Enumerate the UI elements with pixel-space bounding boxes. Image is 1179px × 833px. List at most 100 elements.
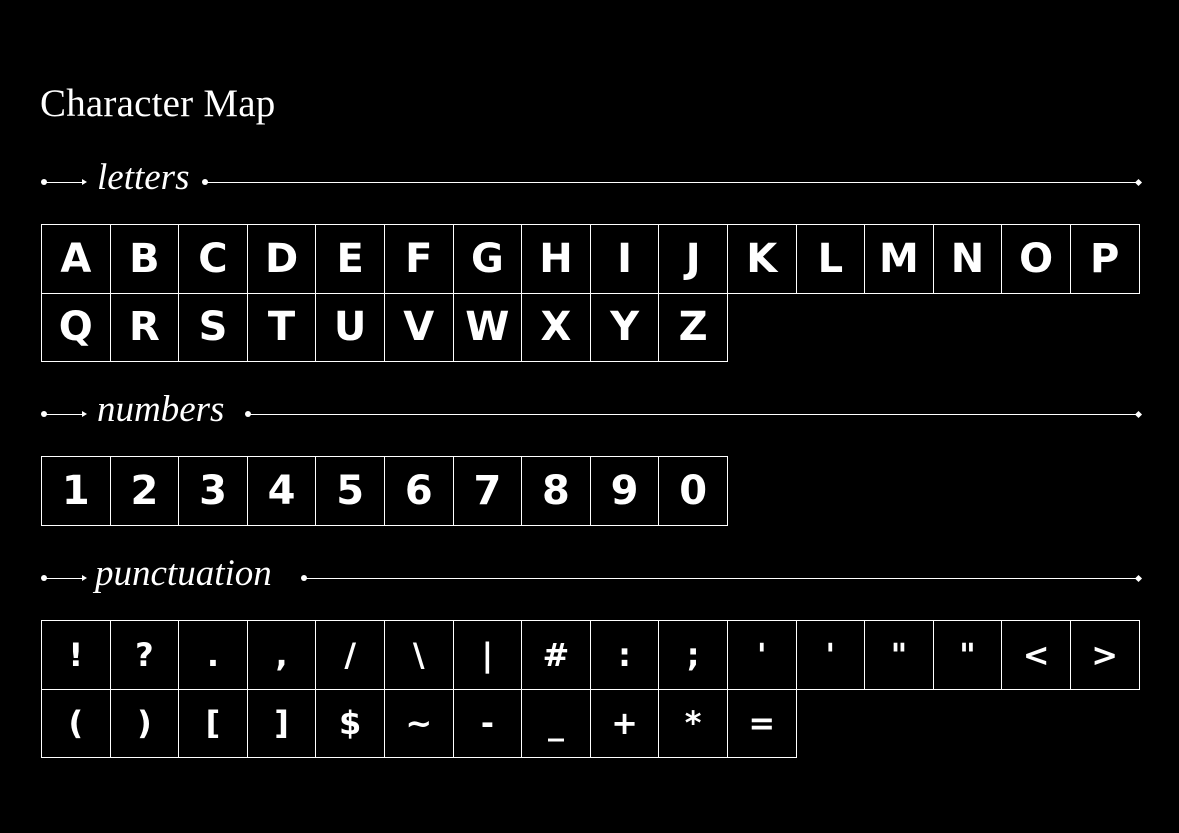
glyph-cell: " (864, 620, 934, 690)
glyph: M (879, 235, 919, 282)
glyph: S (198, 304, 228, 351)
glyph-cell: V (383, 292, 454, 362)
glyph: = (748, 704, 776, 743)
glyph: : (618, 635, 631, 674)
glyph: ( (68, 704, 84, 743)
rule-end (1134, 410, 1143, 418)
glyph: 2 (130, 467, 159, 514)
glyph-cell: ( (41, 688, 111, 758)
glyph-cell: = (726, 688, 797, 758)
glyph-cell: : (589, 620, 660, 690)
glyph: B (129, 235, 160, 282)
glyph: 3 (199, 467, 227, 514)
glyph-cell: J (658, 224, 728, 294)
glyph: + (611, 704, 638, 743)
glyph-cell: U (315, 292, 385, 362)
glyph-cell: P (1069, 224, 1140, 294)
glyph: O (1019, 235, 1054, 282)
glyph-cell: Z (658, 292, 728, 362)
glyph: G (470, 235, 504, 282)
glyph-cell: < (1001, 620, 1071, 690)
glyph-cell: T (246, 292, 317, 362)
glyph: ) (137, 704, 152, 743)
glyph: L (817, 235, 844, 282)
letters-grid: ABCDEFGHI JKLMNOP QRSTUVWXYZ (41, 224, 1140, 362)
glyph-cell: , (246, 620, 317, 690)
glyph: C (198, 235, 228, 282)
glyph-cell: R (109, 292, 180, 362)
glyph-cell: ' (795, 620, 866, 690)
glyph-cell: . (178, 620, 248, 690)
glyph: < (1022, 635, 1050, 674)
glyph-cell: 4 (246, 456, 317, 526)
glyph-cell: # (521, 620, 591, 690)
glyph: ' (756, 635, 767, 674)
glyph: ? (135, 635, 154, 674)
glyph-cell: | (452, 620, 523, 690)
glyph: R (128, 304, 160, 351)
glyph-cell: \ (383, 620, 454, 690)
glyph: D (264, 235, 299, 282)
rule-end (1134, 574, 1143, 582)
glyph: 9 (610, 467, 639, 514)
glyph-cell: / (315, 620, 385, 690)
glyph: ! (68, 635, 84, 674)
glyph-cell: ? (109, 620, 180, 690)
glyph: / (344, 635, 357, 674)
glyph-cell: L (795, 224, 866, 294)
glyph-cell: _ (521, 688, 591, 758)
rule-line (206, 182, 1138, 183)
glyph-cell: D (246, 224, 317, 294)
glyph-cell: Q (41, 292, 111, 362)
glyph-cell: [ (178, 688, 248, 758)
glyph-cell: - (452, 688, 523, 758)
glyph: . (206, 635, 220, 674)
glyph: ' (825, 635, 836, 674)
glyph-cell: A (41, 224, 111, 294)
section-label-punctuation: punctuation (95, 553, 272, 594)
glyph-cell: E (315, 224, 385, 294)
glyph: P (1090, 235, 1120, 282)
glyph: W (465, 304, 510, 351)
rule-arrow (82, 575, 87, 581)
glyph-cell: 3 (178, 456, 248, 526)
glyph: " (959, 635, 976, 674)
glyph-cell: G (452, 224, 523, 294)
glyph: H (539, 235, 573, 282)
glyph-cell: N (932, 224, 1003, 294)
glyph-cell: 0 (658, 456, 728, 526)
glyph-cell: ! (41, 620, 111, 690)
glyph: ; (686, 635, 700, 674)
glyph-cell: 7 (452, 456, 523, 526)
rule-arrow (82, 411, 87, 417)
section-header-numbers: numbers (40, 390, 1143, 434)
glyph-cell: S (178, 292, 248, 362)
glyph-cell: I (589, 224, 660, 294)
glyph-cell: W (452, 292, 523, 362)
glyph: 8 (542, 467, 570, 514)
glyph: I (617, 235, 632, 282)
glyph-cell: * (658, 688, 728, 758)
glyph-cell: B (109, 224, 180, 294)
glyph-cell: 8 (521, 456, 591, 526)
glyph: 5 (336, 467, 365, 514)
glyph-cell: X (521, 292, 591, 362)
rule-end (1134, 178, 1143, 186)
glyph-cell: F (383, 224, 454, 294)
rule-line (45, 414, 83, 415)
glyph-cell: 6 (383, 456, 454, 526)
glyph: ~ (405, 704, 433, 743)
glyph: _ (547, 704, 564, 743)
glyph-cell: O (1001, 224, 1071, 294)
page-title: Character Map (40, 82, 276, 125)
glyph-cell: C (178, 224, 248, 294)
glyph: V (403, 304, 435, 351)
glyph: $ (339, 704, 362, 743)
glyph: " (890, 635, 908, 674)
glyph: A (60, 235, 92, 282)
punctuation-grid: !?., / \ | #:; ' ' " " < > () [] $ ~ - _ + * = (41, 620, 1140, 758)
glyph: | (481, 635, 494, 674)
glyph: K (746, 235, 778, 282)
numbers-grid: 1234567890 (41, 456, 1139, 526)
glyph: , (275, 635, 288, 674)
